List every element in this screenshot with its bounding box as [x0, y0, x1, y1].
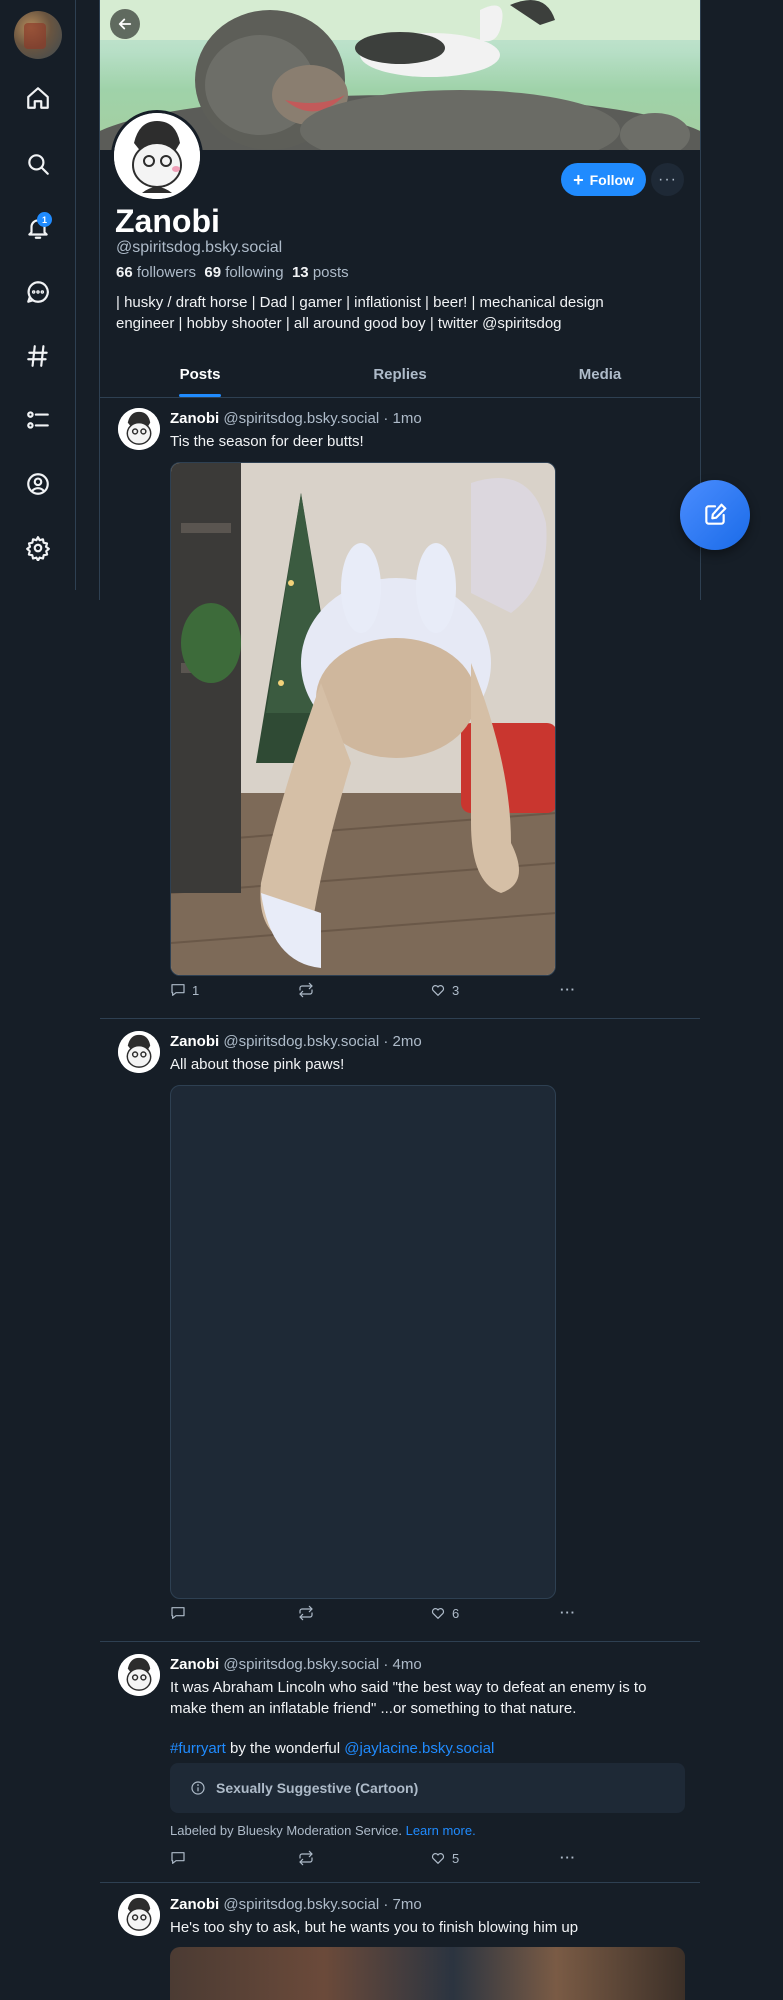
mention-link[interactable]: @jaylacine.bsky.social [344, 1740, 494, 1757]
post-avatar[interactable] [118, 1894, 160, 1936]
search-icon[interactable] [22, 148, 54, 180]
arrow-left-icon [118, 18, 132, 30]
profile-tabs: Posts Replies Media [100, 352, 700, 398]
like-button[interactable]: 5 [430, 1850, 459, 1866]
tab-media[interactable]: Media [500, 352, 700, 397]
post-avatar[interactable] [118, 1654, 160, 1696]
post-divider [100, 1018, 700, 1019]
reply-count: 1 [192, 982, 200, 998]
post-more-button[interactable]: ··· [560, 982, 576, 997]
like-count: 6 [452, 1605, 460, 1621]
profile-stats: 66 followers 69 following 13 posts [116, 264, 349, 281]
compose-post-button[interactable] [680, 480, 750, 550]
notification-badge: 1 [37, 212, 52, 227]
lists-icon[interactable] [22, 404, 54, 436]
bio-line: engineer | hobby shooter | all around go… [116, 315, 562, 332]
heart-icon [431, 1853, 445, 1864]
following-link[interactable]: 69 following [204, 264, 283, 281]
more-options-button[interactable]: ··· [651, 163, 684, 196]
post-more-button[interactable]: ··· [560, 1605, 576, 1620]
post-actions: 5 ··· [170, 1850, 590, 1870]
info-icon [191, 1781, 205, 1795]
post-text-line: make them an inflatable friend" ...or so… [170, 1700, 577, 1717]
repost-button[interactable] [298, 1850, 320, 1866]
learn-more-link[interactable]: Learn more. [406, 1823, 476, 1838]
tab-replies[interactable]: Replies [300, 352, 500, 397]
post-meta: @spiritsdog.bsky.social · 2mo [223, 1033, 422, 1050]
post-text-line: It was Abraham Lincoln who said "the bes… [170, 1679, 647, 1696]
like-button[interactable]: 6 [430, 1605, 459, 1621]
post-image[interactable] [170, 1947, 685, 2000]
profile-display-name: Zanobi [115, 203, 220, 239]
post-header: Zanobi @spiritsdog.bsky.social · 1mo [170, 410, 422, 427]
reply-button[interactable] [170, 1605, 192, 1621]
compose-icon [705, 503, 727, 525]
nav-divider [75, 0, 76, 590]
post-actions: 1 3 ··· [170, 982, 590, 1002]
plus-icon: + [573, 169, 584, 190]
bio-line: | husky / draft horse | Dad | gamer | in… [116, 294, 604, 311]
content-warning[interactable]: Sexually Suggestive (Cartoon) [170, 1763, 685, 1813]
post-author[interactable]: Zanobi [170, 1033, 219, 1050]
post-divider [100, 1882, 700, 1883]
hashtag-feeds-icon[interactable] [22, 340, 54, 372]
heart-icon [431, 1608, 445, 1619]
post-text: All about those pink paws! [170, 1056, 345, 1073]
hashtag-link[interactable]: #furryart [170, 1740, 226, 1757]
repost-icon [299, 1605, 313, 1621]
post-text-line: #furryart by the wonderful @jaylacine.bs… [170, 1738, 690, 1759]
post-author[interactable]: Zanobi [170, 1656, 219, 1673]
post-header: Zanobi @spiritsdog.bsky.social · 4mo [170, 1656, 422, 1673]
reply-icon [171, 1607, 185, 1619]
profile-avatar[interactable] [111, 110, 203, 202]
like-button[interactable]: 3 [430, 982, 459, 998]
my-avatar[interactable] [14, 11, 62, 59]
settings-gear-icon[interactable] [22, 532, 54, 564]
post-avatar[interactable] [118, 1031, 160, 1073]
moderation-label-text: Labeled by Bluesky Moderation Service. [170, 1823, 402, 1838]
profile-icon[interactable] [22, 468, 54, 500]
post-author[interactable]: Zanobi [170, 1896, 219, 1913]
post-image[interactable] [170, 1085, 556, 1599]
like-count: 3 [452, 982, 460, 998]
post-header: Zanobi @spiritsdog.bsky.social · 2mo [170, 1033, 422, 1050]
post-text-fragment: by the wonderful [230, 1740, 341, 1757]
post-text: Tis the season for deer butts! [170, 433, 364, 450]
reply-icon [171, 1852, 185, 1864]
repost-icon [299, 982, 313, 998]
repost-button[interactable] [298, 1605, 320, 1621]
post-text: He's too shy to ask, but he wants you to… [170, 1919, 579, 1936]
post-header: Zanobi @spiritsdog.bsky.social · 7mo [170, 1896, 422, 1913]
home-icon[interactable] [22, 82, 54, 114]
post-actions: 6 ··· [170, 1605, 590, 1625]
back-button[interactable] [110, 9, 140, 39]
post-meta: @spiritsdog.bsky.social · 1mo [223, 410, 422, 427]
chat-icon[interactable] [22, 276, 54, 308]
like-count: 5 [452, 1850, 460, 1866]
post-meta: @spiritsdog.bsky.social · 7mo [223, 1896, 422, 1913]
post-meta: @spiritsdog.bsky.social · 4mo [223, 1656, 422, 1673]
profile-bio: | husky / draft horse | Dad | gamer | in… [116, 292, 676, 334]
heart-icon [431, 985, 445, 996]
repost-icon [299, 1850, 313, 1866]
posts-count: 13 posts [291, 264, 349, 281]
post-more-button[interactable]: ··· [560, 1850, 576, 1865]
post-text: It was Abraham Lincoln who said "the bes… [170, 1677, 690, 1759]
moderation-label: Labeled by Bluesky Moderation Service. L… [170, 1823, 476, 1838]
followers-link[interactable]: 66 followers [116, 264, 196, 281]
post-image[interactable] [170, 462, 556, 976]
tab-posts[interactable]: Posts [100, 352, 300, 397]
post-author[interactable]: Zanobi [170, 410, 219, 427]
profile-handle: @spiritsdog.bsky.social [116, 239, 283, 256]
post-divider [100, 1641, 700, 1642]
reply-button[interactable]: 1 [170, 982, 199, 998]
reply-button[interactable] [170, 1850, 192, 1866]
content-warning-label: Sexually Suggestive (Cartoon) [216, 1780, 419, 1796]
post-avatar[interactable] [118, 408, 160, 450]
follow-button[interactable]: + Follow [561, 163, 646, 196]
reply-icon [171, 984, 185, 996]
follow-button-label: Follow [589, 171, 634, 188]
repost-button[interactable] [298, 982, 320, 998]
